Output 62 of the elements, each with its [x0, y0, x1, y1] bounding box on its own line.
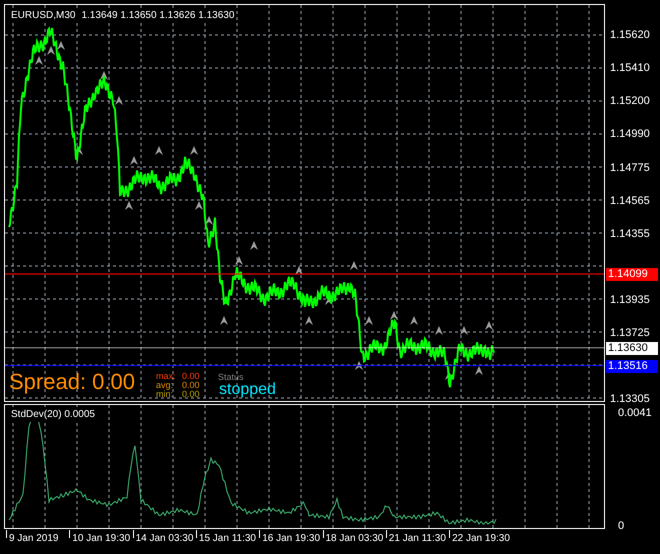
ohlc-quotes: 1.13649 1.13650 1.13626 1.13630 — [81, 9, 234, 23]
arrow-marker-icon — [130, 156, 138, 165]
arrow-marker-icon — [125, 201, 133, 210]
time-axis-label: 16 Jan 19:30 — [262, 533, 320, 545]
arrow-marker-icon — [350, 261, 358, 270]
price-tag: 1.14099 — [606, 268, 658, 281]
arrow-marker-icon — [445, 371, 453, 380]
price-axis-label: 1.14355 — [610, 228, 650, 240]
arrow-marker-icon — [47, 46, 55, 55]
price-axis-label: 1.14565 — [610, 194, 650, 207]
arrow-marker-icon — [250, 241, 258, 250]
arrow-marker-icon — [220, 316, 228, 325]
indicator-axis-label: 0.0041 — [618, 406, 652, 421]
arrow-marker-icon — [305, 316, 313, 325]
arrow-marker-icon — [190, 146, 198, 155]
arrow-marker-icon — [100, 71, 108, 80]
time-axis-label: 15 Jan 11:30 — [198, 533, 256, 545]
arrow-marker-icon — [205, 216, 213, 225]
arrow-marker-icon — [35, 56, 43, 65]
indicator-title: StdDev(20) 0.0005 — [11, 407, 95, 422]
time-axis-label: 18 Jan 03:30 — [326, 533, 384, 545]
status-label: Status — [218, 371, 244, 382]
arrow-marker-icon — [475, 366, 483, 375]
stat-value: 0.00 — [182, 390, 200, 399]
price-axis-label: 1.14775 — [610, 162, 650, 174]
arrow-marker-icon — [460, 326, 468, 335]
price-axis-label: 1.15620 — [610, 29, 650, 41]
arrow-marker-icon — [115, 96, 123, 105]
price-axis-label: 1.15200 — [610, 95, 650, 107]
stat-value: 0.00 — [182, 372, 200, 381]
spread-label: Spread: 0.00 — [9, 369, 135, 395]
arrow-marker-icon — [155, 146, 163, 155]
arrow-marker-icon — [355, 361, 363, 370]
price-axis-label: 1.15410 — [610, 62, 650, 74]
price-axis-label: 1.13935 — [610, 294, 650, 306]
price-axis-label: 1.13305 — [610, 392, 650, 405]
time-axis-label: 10 Jan 19:30 — [72, 533, 130, 545]
arrow-marker-icon — [410, 316, 418, 325]
time-axis-label: 21 Jan 11:30 — [388, 533, 446, 545]
time-axis-label: 22 Jan 19:30 — [452, 533, 510, 545]
arrow-marker-icon — [295, 266, 303, 275]
stat-label: avg: — [156, 381, 174, 390]
indicator-axis-label: 0 — [618, 519, 624, 534]
price-tag: 1.13516 — [606, 360, 658, 373]
arrow-marker-icon — [485, 321, 493, 330]
stat-label: max: — [156, 372, 176, 381]
arrow-marker-icon — [57, 41, 65, 50]
time-axis-label: 14 Jan 03:30 — [136, 533, 194, 545]
stat-value: 0.00 — [182, 381, 200, 390]
arrow-marker-icon — [435, 326, 443, 335]
price-axis-label: 1.14990 — [610, 128, 650, 140]
arrow-marker-icon — [390, 311, 398, 320]
arrow-marker-icon — [195, 201, 203, 210]
arrow-marker-icon — [235, 256, 243, 265]
price-tag: 1.13630 — [606, 342, 658, 355]
arrow-marker-icon — [325, 296, 333, 305]
symbol-title: EURUSD,M30 — [11, 9, 76, 23]
status-value: stopped — [219, 381, 276, 399]
time-axis-label: 9 Jan 2019 — [9, 533, 58, 545]
arrow-marker-icon — [365, 316, 373, 325]
stat-label: min: — [156, 390, 174, 399]
price-axis-label: 1.13725 — [610, 326, 650, 339]
